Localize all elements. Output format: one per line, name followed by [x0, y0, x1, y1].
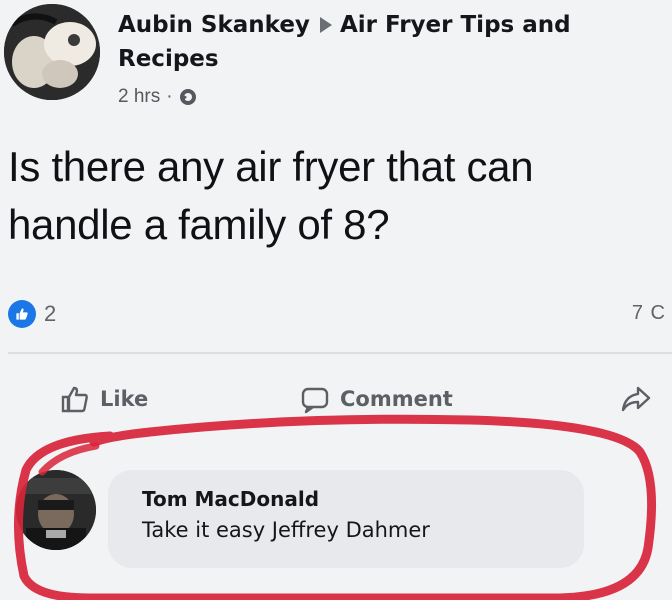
- post-text: Is there any air fryer that can handle a…: [8, 143, 534, 248]
- share-button[interactable]: [620, 384, 652, 414]
- post-header: Aubin Skankey Air Fryer Tips and: [118, 8, 672, 42]
- comment-bubble: Tom MacDonald Take it easy Jeffrey Dahme…: [108, 470, 584, 568]
- commenter-avatar[interactable]: [16, 470, 96, 550]
- author-name[interactable]: Aubin Skankey: [118, 12, 310, 38]
- globe-icon: [179, 88, 197, 106]
- reaction-count: 2: [44, 301, 57, 326]
- comment-count[interactable]: 7 C: [632, 302, 666, 325]
- post-meta: 2 hrs ·: [118, 86, 197, 108]
- like-button[interactable]: Like: [60, 384, 148, 414]
- thumbs-up-icon: [61, 386, 88, 413]
- author-avatar[interactable]: [4, 4, 100, 100]
- like-label: Like: [100, 387, 149, 411]
- share-icon: [621, 386, 651, 412]
- meta-separator: ·: [166, 86, 173, 107]
- comment-icon: [301, 387, 329, 414]
- divider: [8, 352, 672, 354]
- post-time[interactable]: 2 hrs: [118, 86, 160, 108]
- comment-text: Take it easy Jeffrey Dahmer: [142, 518, 430, 542]
- reaction-summary[interactable]: 2: [8, 300, 56, 328]
- commenter-name[interactable]: Tom MacDonald: [142, 484, 584, 514]
- comment-button[interactable]: Comment: [300, 384, 453, 414]
- group-name-continued[interactable]: Recipes: [118, 42, 219, 76]
- facebook-post: Aubin Skankey Air Fryer Tips and Recipes …: [0, 0, 672, 600]
- group-name[interactable]: Air Fryer Tips and: [340, 12, 571, 38]
- arrow-right-icon: [319, 17, 332, 33]
- like-reaction-icon: [8, 300, 36, 328]
- comment-label: Comment: [340, 387, 453, 411]
